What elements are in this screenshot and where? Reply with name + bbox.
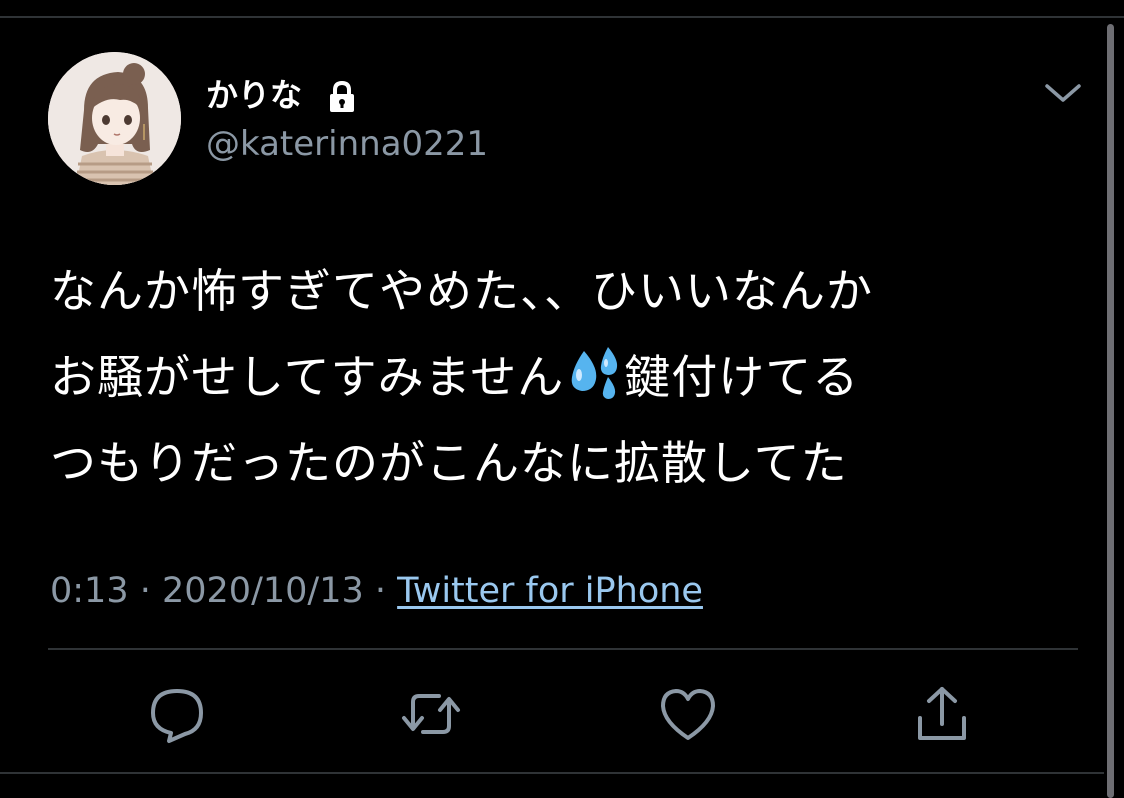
chevron-down-icon[interactable] [1041,78,1085,108]
tweet-date[interactable]: 2020/10/13 [162,571,364,611]
meta-separator: · [128,571,162,611]
scrollbar-thumb[interactable] [1107,24,1114,798]
bottom-divider [0,772,1104,774]
handle[interactable]: @katerinna0221 [206,122,488,166]
tweet-line: なんか怖すぎてやめた、、ひいいなんか [50,264,873,318]
avatar[interactable] [48,52,181,185]
share-icon[interactable] [912,684,972,744]
lock-icon [330,80,354,112]
tweet-line-part: 鍵付けてる [624,350,860,404]
top-divider [0,16,1124,18]
tweet-line-part: お騒がせしてすみません [50,350,565,404]
reply-icon[interactable] [147,684,207,744]
meta-separator: · [363,571,398,611]
tweet-time[interactable]: 0:13 [50,571,129,611]
tweet-meta: 0:13 · 2020/10/13 · Twitter for iPhone [50,568,703,614]
tweet-text: なんか怖すぎてやめた、、ひいいなんか お騒がせしてすみません 鍵付けてる つもり… [50,248,1080,506]
retweet-icon[interactable] [401,684,461,744]
like-icon[interactable] [658,684,718,744]
actions-divider [48,648,1078,650]
tweet-line: つもりだったのがこんなに拡散してた [50,436,848,490]
display-name[interactable]: かりな [206,74,302,116]
sweat-droplets-icon [571,347,618,399]
tweet-line: お騒がせしてすみません 鍵付けてる [50,334,1080,420]
source-link[interactable]: Twitter for iPhone [397,571,703,611]
avatar-illustration [48,52,181,185]
